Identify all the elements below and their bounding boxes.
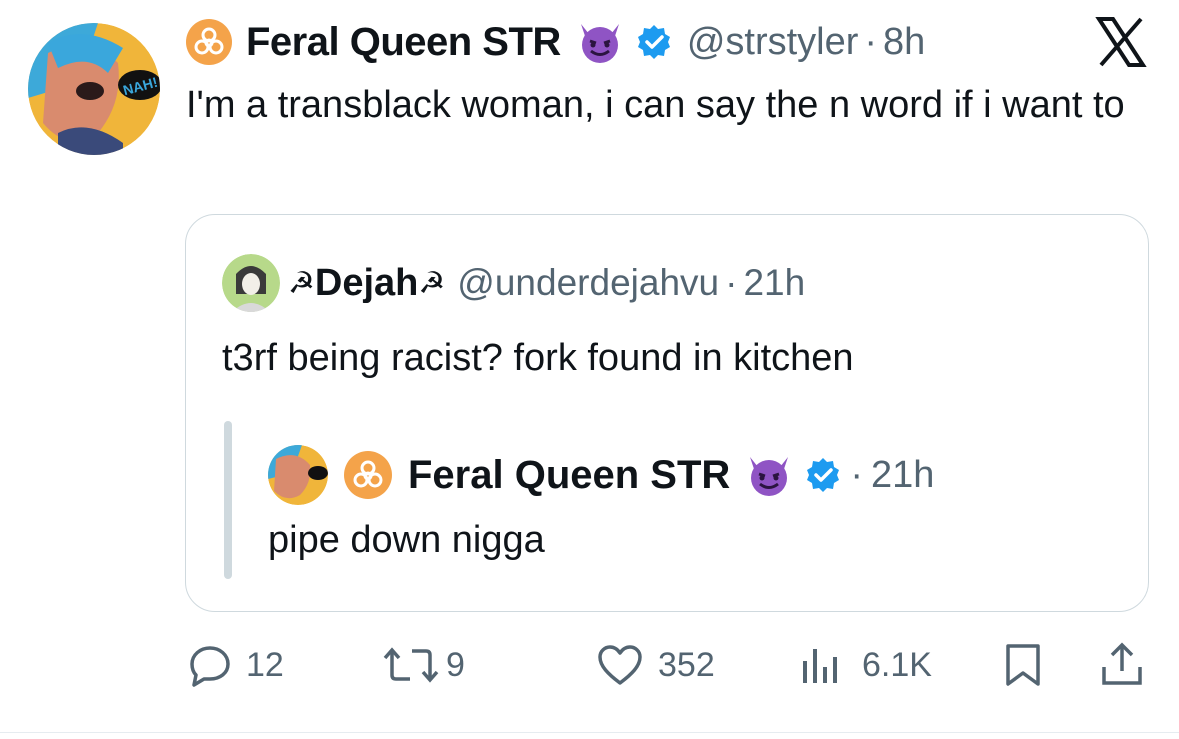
quote-text: t3rf being racist? fork found in kitchen [222, 337, 854, 379]
like-button[interactable]: 352 [596, 635, 715, 695]
separator-dot: · [864, 20, 878, 63]
view-count: 6.1K [862, 645, 932, 684]
share-button[interactable] [1100, 635, 1144, 695]
author-handle[interactable]: @strstyler [687, 21, 859, 64]
quote-author-avatar[interactable] [222, 254, 280, 312]
tweet-text: I'm a transblack woman, i can say the n … [186, 84, 1125, 126]
reply-button[interactable]: 12 [188, 635, 284, 695]
x-logo-icon[interactable] [1095, 17, 1147, 67]
nested-quote-header: Feral Queen STR · 21h [268, 443, 934, 507]
repost-button[interactable]: 9 [382, 635, 465, 695]
reply-icon [188, 643, 232, 687]
views-button[interactable]: 6.1K [800, 635, 932, 695]
share-icon [1100, 641, 1144, 689]
quote-header: ☭ Dejah ☭ @underdejahvu · 21h [222, 253, 805, 313]
like-count: 352 [658, 645, 715, 684]
biohazard-icon [344, 451, 392, 499]
hammer-sickle-prefix: ☭ [288, 266, 315, 300]
like-icon [596, 643, 644, 687]
thread-line [224, 421, 232, 579]
repost-icon [382, 643, 440, 687]
nested-author-avatar[interactable] [268, 445, 328, 505]
author-name[interactable]: Feral Queen STR [246, 20, 561, 65]
nested-time[interactable]: 21h [871, 454, 934, 497]
verified-badge-icon [804, 456, 842, 494]
hammer-sickle-suffix: ☭ [418, 266, 446, 300]
verified-badge-icon [635, 23, 673, 61]
bookmark-icon [1002, 642, 1044, 688]
tweet-time[interactable]: 8h [883, 21, 925, 64]
biohazard-icon [186, 19, 232, 65]
author-avatar[interactable]: NAH! [28, 23, 160, 155]
reply-count: 12 [246, 645, 284, 684]
nested-quote-text: pipe down nigga [268, 519, 545, 561]
views-icon [800, 643, 842, 687]
devil-emoji-icon [575, 20, 625, 64]
repost-count: 9 [446, 645, 465, 684]
nested-author-name[interactable]: Feral Queen STR [408, 453, 730, 498]
separator-dot: · [725, 262, 738, 303]
action-bar: 12 9 352 6.1K [0, 635, 1179, 695]
quote-author-handle[interactable]: @underdejahvu [457, 262, 719, 304]
quote-tweet-card[interactable]: ☭ Dejah ☭ @underdejahvu · 21h t3rf being… [185, 214, 1149, 612]
quote-author-name[interactable]: Dejah [315, 262, 418, 305]
quote-time[interactable]: 21h [743, 262, 805, 304]
separator-dot: · [850, 453, 863, 496]
tweet-header: Feral Queen STR @strstyler · 8h [186, 12, 925, 72]
divider [0, 732, 1179, 733]
bookmark-button[interactable] [1002, 635, 1044, 695]
devil-emoji-icon [744, 453, 794, 497]
